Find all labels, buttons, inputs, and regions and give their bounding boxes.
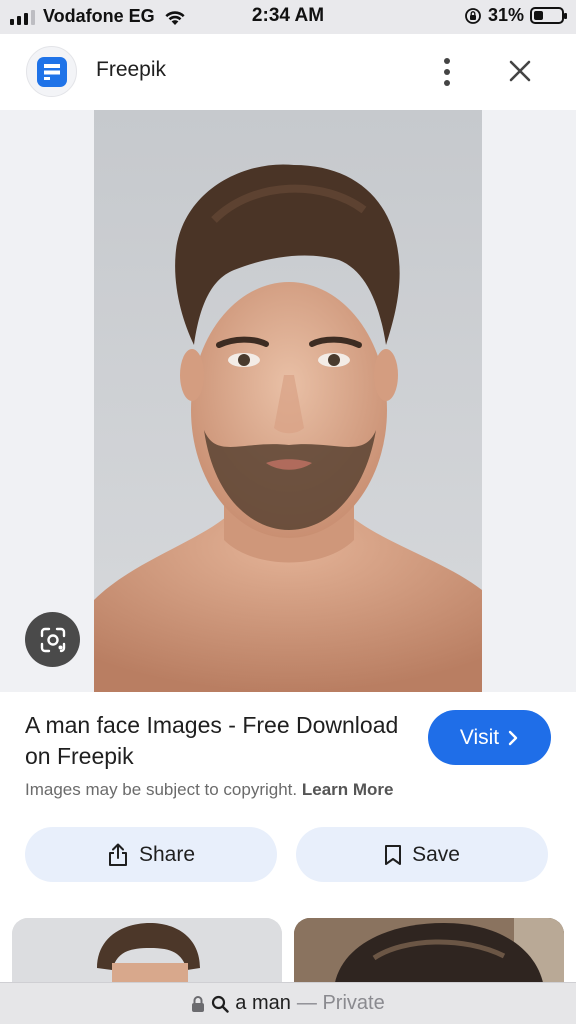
bookmark-icon xyxy=(385,844,402,865)
save-label: Save xyxy=(412,842,460,866)
visit-label: Visit xyxy=(459,725,500,749)
share-icon xyxy=(108,843,127,866)
freepik-logo-icon[interactable] xyxy=(26,46,77,97)
lens-icon xyxy=(40,627,65,652)
chevron-right-icon xyxy=(508,730,518,745)
battery-level xyxy=(534,11,544,20)
related-image-thumbnail[interactable] xyxy=(12,918,282,988)
close-icon[interactable] xyxy=(503,54,537,88)
address-bar[interactable]: a man — Private xyxy=(0,982,576,1024)
share-label: Share xyxy=(138,842,196,866)
visit-button[interactable]: Visit xyxy=(428,710,551,765)
learn-more-link[interactable]: Learn More xyxy=(302,780,394,799)
result-image[interactable] xyxy=(94,110,482,692)
share-button[interactable]: Share xyxy=(25,827,277,882)
more-vertical-icon xyxy=(444,58,450,64)
save-button[interactable]: Save xyxy=(296,827,548,882)
site-name[interactable]: Freepik xyxy=(96,58,166,82)
status-right: 31% xyxy=(464,5,567,26)
battery-icon xyxy=(530,7,567,24)
more-options-button[interactable] xyxy=(430,52,464,92)
portrait-illustration xyxy=(94,110,482,692)
lock-icon xyxy=(192,995,205,1012)
viewer-header: Freepik xyxy=(0,34,576,110)
search-query: a man xyxy=(235,992,291,1014)
status-bar: Vodafone EG 2:34 AM 31% xyxy=(0,0,576,34)
private-mode-label: — Private xyxy=(296,992,385,1014)
google-lens-button[interactable] xyxy=(25,612,80,667)
image-preview-area xyxy=(0,110,576,692)
copyright-text: Images may be subject to copyright. xyxy=(25,780,298,799)
related-image-thumbnail[interactable] xyxy=(294,918,564,988)
battery-percent: 31% xyxy=(487,5,524,25)
orientation-lock-icon xyxy=(465,7,481,24)
result-title[interactable]: A man face Images - Free Download on Fre… xyxy=(25,710,405,772)
search-icon xyxy=(212,995,229,1013)
copyright-notice: Images may be subject to copyright. Lear… xyxy=(25,780,394,800)
